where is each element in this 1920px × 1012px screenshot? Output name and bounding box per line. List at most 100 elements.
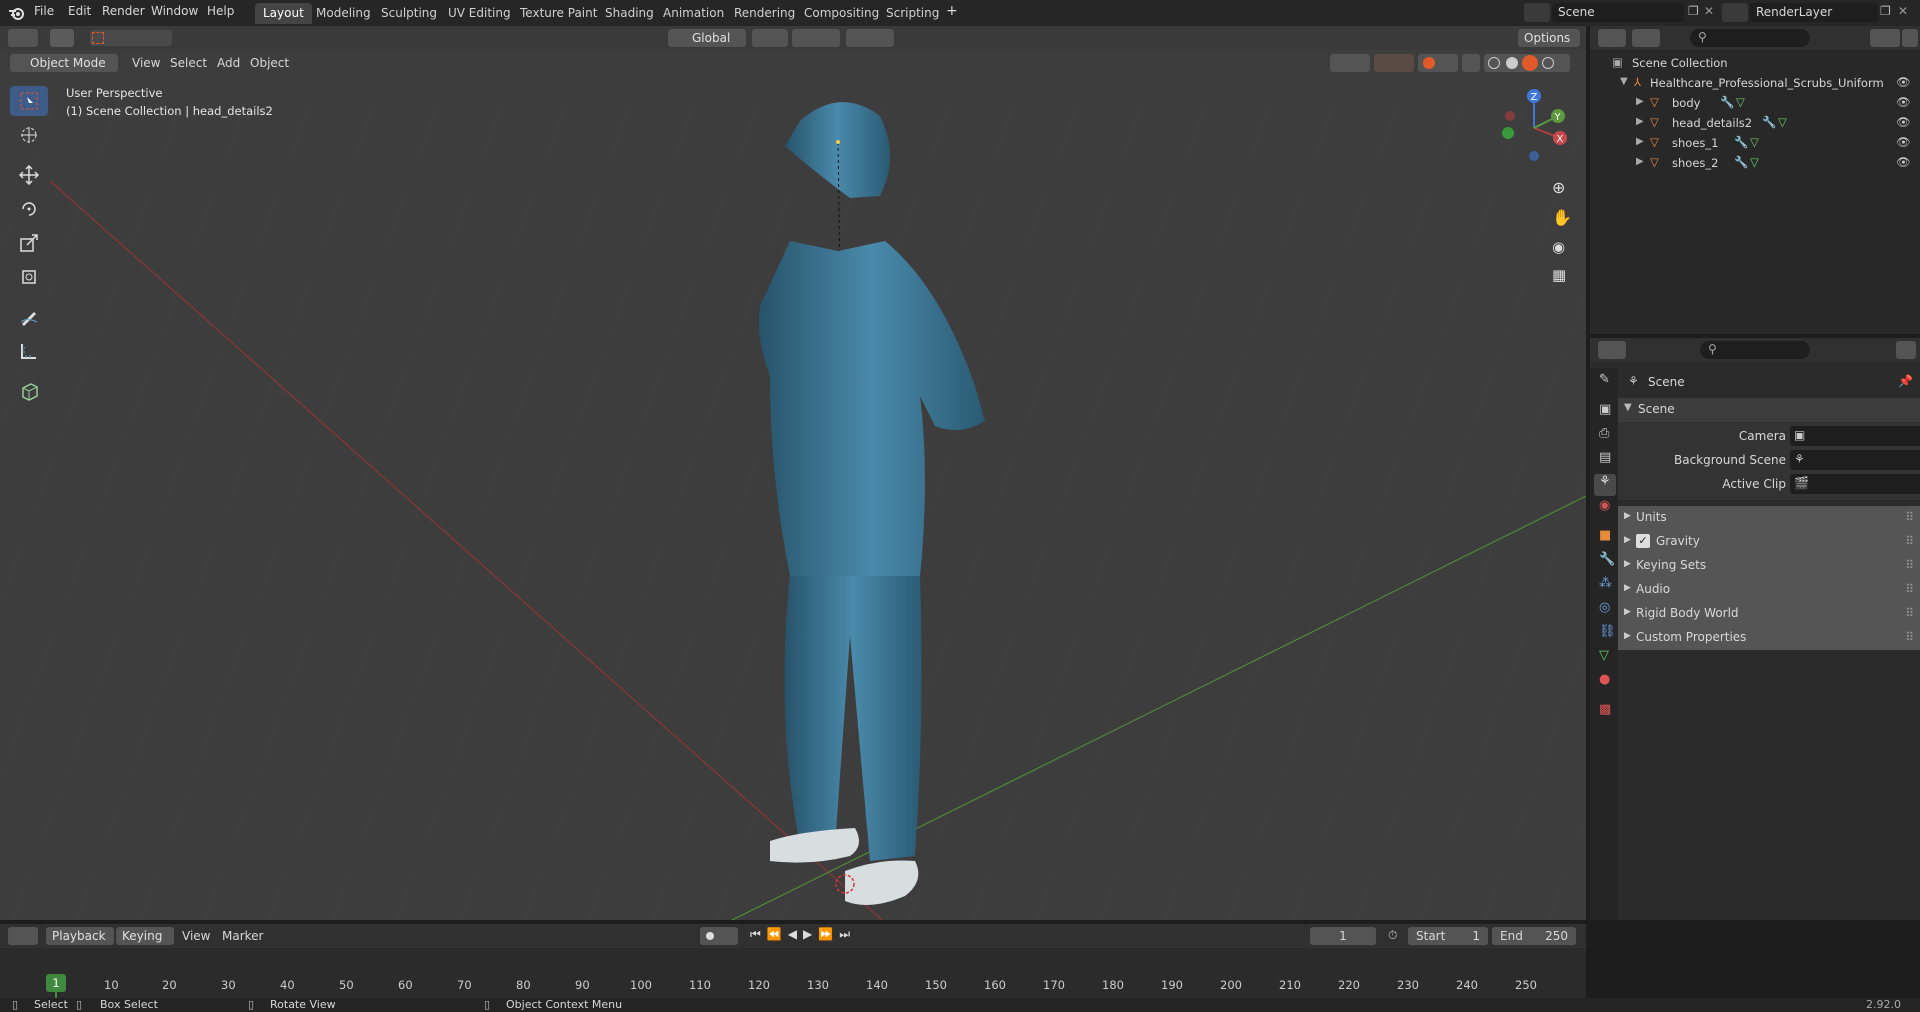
- expand-arrow-icon[interactable]: ▶: [1636, 96, 1644, 107]
- outliner-object-row[interactable]: ▶ ▽ shoes_1 🔧 ▽ 👁: [1590, 134, 1920, 154]
- tab-scripting[interactable]: Scripting: [878, 3, 947, 24]
- scene-selector-icon[interactable]: [1524, 3, 1550, 22]
- playback-controls[interactable]: ⏮⏪◀▶⏩⏭: [746, 927, 864, 945]
- mesh-data-icon[interactable]: ▽: [1736, 95, 1745, 109]
- selection-mode-buttons[interactable]: [90, 30, 172, 46]
- annotate-tool[interactable]: [10, 302, 48, 332]
- menu-help[interactable]: Help: [207, 4, 234, 18]
- play-icon[interactable]: ▶: [803, 927, 818, 941]
- filter-icon[interactable]: [1870, 29, 1900, 47]
- menu-render[interactable]: Render: [102, 4, 145, 18]
- outliner-collection-row[interactable]: ▼ ⅄ Healthcare_Professional_Scrubs_Unifo…: [1590, 74, 1920, 94]
- drag-handle-icon[interactable]: ⠿: [1905, 558, 1914, 572]
- camera-field[interactable]: ▣ ✎: [1790, 426, 1920, 446]
- shading-mode-buttons[interactable]: [1484, 54, 1570, 72]
- jump-end-icon[interactable]: ⏭: [839, 927, 856, 941]
- scene-new-icon[interactable]: ❐: [1688, 4, 1699, 18]
- viewlayer-name-field[interactable]: RenderLayer: [1750, 3, 1878, 22]
- record-button[interactable]: [700, 927, 738, 945]
- jump-start-icon[interactable]: ⏮: [750, 927, 767, 941]
- visibility-eye-icon[interactable]: 👁: [1896, 155, 1911, 169]
- properties-search-input[interactable]: ⚲: [1700, 341, 1810, 359]
- snapping-icon[interactable]: [792, 29, 840, 47]
- constraints-tab-icon[interactable]: ⛓: [1594, 624, 1616, 646]
- modifier-tab-icon[interactable]: 🔧: [1594, 552, 1616, 574]
- drag-handle-icon[interactable]: ⠿: [1905, 630, 1914, 644]
- menu-view[interactable]: View: [182, 929, 210, 943]
- expand-arrow-icon[interactable]: ▶: [1636, 116, 1644, 127]
- play-reverse-icon[interactable]: ◀: [788, 927, 803, 941]
- prev-keyframe-icon[interactable]: ⏪: [767, 927, 788, 941]
- move-tool[interactable]: [10, 160, 48, 190]
- outliner-object-row[interactable]: ▶ ▽ body 🔧 ▽ 👁: [1590, 94, 1920, 114]
- navigation-gizmo[interactable]: Z X Y: [1496, 86, 1570, 170]
- pivot-point-icon[interactable]: [752, 29, 788, 47]
- scene-tab-icon[interactable]: ⚘: [1594, 474, 1616, 496]
- rendered-shading-icon[interactable]: [1542, 57, 1554, 69]
- outliner-editor-type-icon[interactable]: [1598, 29, 1626, 47]
- drag-handle-icon[interactable]: ⠿: [1905, 582, 1914, 596]
- tab-texture-paint[interactable]: Texture Paint: [512, 3, 605, 24]
- mesh-data-icon[interactable]: ▽: [1778, 115, 1787, 129]
- gravity-checkbox[interactable]: ✓: [1636, 534, 1650, 548]
- transform-tool[interactable]: [10, 262, 48, 292]
- gizmo-neg-x-handle[interactable]: [1505, 111, 1515, 121]
- rigid-body-world-subpanel[interactable]: ▶ Rigid Body World ⠿: [1618, 602, 1920, 626]
- display-mode-icon[interactable]: [1632, 29, 1660, 47]
- cursor-tool[interactable]: [10, 120, 48, 150]
- expand-arrow-icon[interactable]: ▶: [1636, 136, 1644, 147]
- menu-object[interactable]: Object: [250, 56, 289, 70]
- timeline-editor-type-icon[interactable]: [8, 927, 38, 945]
- properties-options-icon[interactable]: [1896, 341, 1916, 359]
- menu-select[interactable]: Select: [170, 56, 207, 70]
- scene-panel-header[interactable]: ▼ Scene: [1618, 398, 1920, 422]
- visibility-icon[interactable]: [1330, 54, 1370, 72]
- camera-view-icon[interactable]: ◉: [1552, 238, 1565, 256]
- mode-dropdown[interactable]: Object Mode: [10, 54, 118, 72]
- expand-arrow-icon[interactable]: ▶: [1636, 156, 1644, 167]
- material-tab-icon[interactable]: ●: [1594, 672, 1616, 694]
- modifier-icon[interactable]: 🔧: [1720, 95, 1734, 109]
- tab-animation[interactable]: Animation: [655, 3, 732, 24]
- outliner-object-row[interactable]: ▶ ▽ head_details2 🔧 ▽ 👁: [1590, 114, 1920, 134]
- playhead-marker[interactable]: 1: [46, 974, 66, 992]
- visibility-eye-icon[interactable]: 👁: [1896, 95, 1911, 109]
- render-tab-icon[interactable]: ▣: [1594, 402, 1616, 424]
- scale-tool[interactable]: [10, 228, 48, 258]
- solid-shading-icon[interactable]: [1506, 57, 1518, 69]
- visibility-eye-icon[interactable]: 👁: [1896, 135, 1911, 149]
- visibility-eye-icon[interactable]: 👁: [1896, 75, 1911, 89]
- outliner-object-row[interactable]: ▶ ▽ shoes_2 🔧 ▽ 👁: [1590, 154, 1920, 174]
- view-layer-tab-icon[interactable]: ▤: [1594, 450, 1616, 472]
- drag-handle-icon[interactable]: ⠿: [1905, 510, 1914, 524]
- menu-file[interactable]: File: [34, 4, 54, 18]
- gizmo-neg-y-handle[interactable]: [1502, 127, 1514, 139]
- scene-remove-icon[interactable]: ✕: [1704, 4, 1714, 18]
- modifier-icon[interactable]: 🔧: [1762, 115, 1776, 129]
- current-frame-field[interactable]: 1: [1310, 927, 1376, 945]
- custom-properties-subpanel[interactable]: ▶ Custom Properties ⠿: [1618, 626, 1920, 650]
- menu-edit[interactable]: Edit: [68, 4, 91, 18]
- menu-view[interactable]: View: [132, 56, 160, 70]
- gizmo-neg-z-handle[interactable]: [1529, 151, 1539, 161]
- mesh-data-icon[interactable]: ▽: [1750, 135, 1759, 149]
- xray-toggle-icon[interactable]: [1462, 54, 1480, 72]
- select-tool-icon[interactable]: [50, 29, 74, 47]
- drag-handle-icon[interactable]: ⠿: [1905, 534, 1914, 548]
- particles-tab-icon[interactable]: ⁂: [1594, 576, 1616, 598]
- modifier-icon[interactable]: 🔧: [1734, 155, 1748, 169]
- world-tab-icon[interactable]: ◉: [1594, 498, 1616, 520]
- gravity-subpanel[interactable]: ▶ ✓ Gravity ⠿: [1618, 530, 1920, 554]
- tab-uv-editing[interactable]: UV Editing: [440, 3, 519, 24]
- menu-window[interactable]: Window: [151, 4, 198, 18]
- toggle-perspective-icon[interactable]: ▦: [1552, 266, 1566, 284]
- menu-add[interactable]: Add: [217, 56, 240, 70]
- physics-tab-icon[interactable]: ◎: [1594, 600, 1616, 622]
- keying-dropdown[interactable]: Keying: [116, 927, 174, 945]
- preview-range-icon[interactable]: ⏱: [1388, 928, 1397, 943]
- outliner-scene-collection-row[interactable]: ▣ Scene Collection: [1590, 54, 1920, 74]
- 3d-viewport[interactable]: Global Options Object Mode View Select A…: [0, 26, 1586, 920]
- options-dropdown[interactable]: Options: [1518, 29, 1580, 47]
- select-set-icon[interactable]: [92, 32, 104, 44]
- viewlayer-remove-icon[interactable]: ✕: [1898, 4, 1908, 18]
